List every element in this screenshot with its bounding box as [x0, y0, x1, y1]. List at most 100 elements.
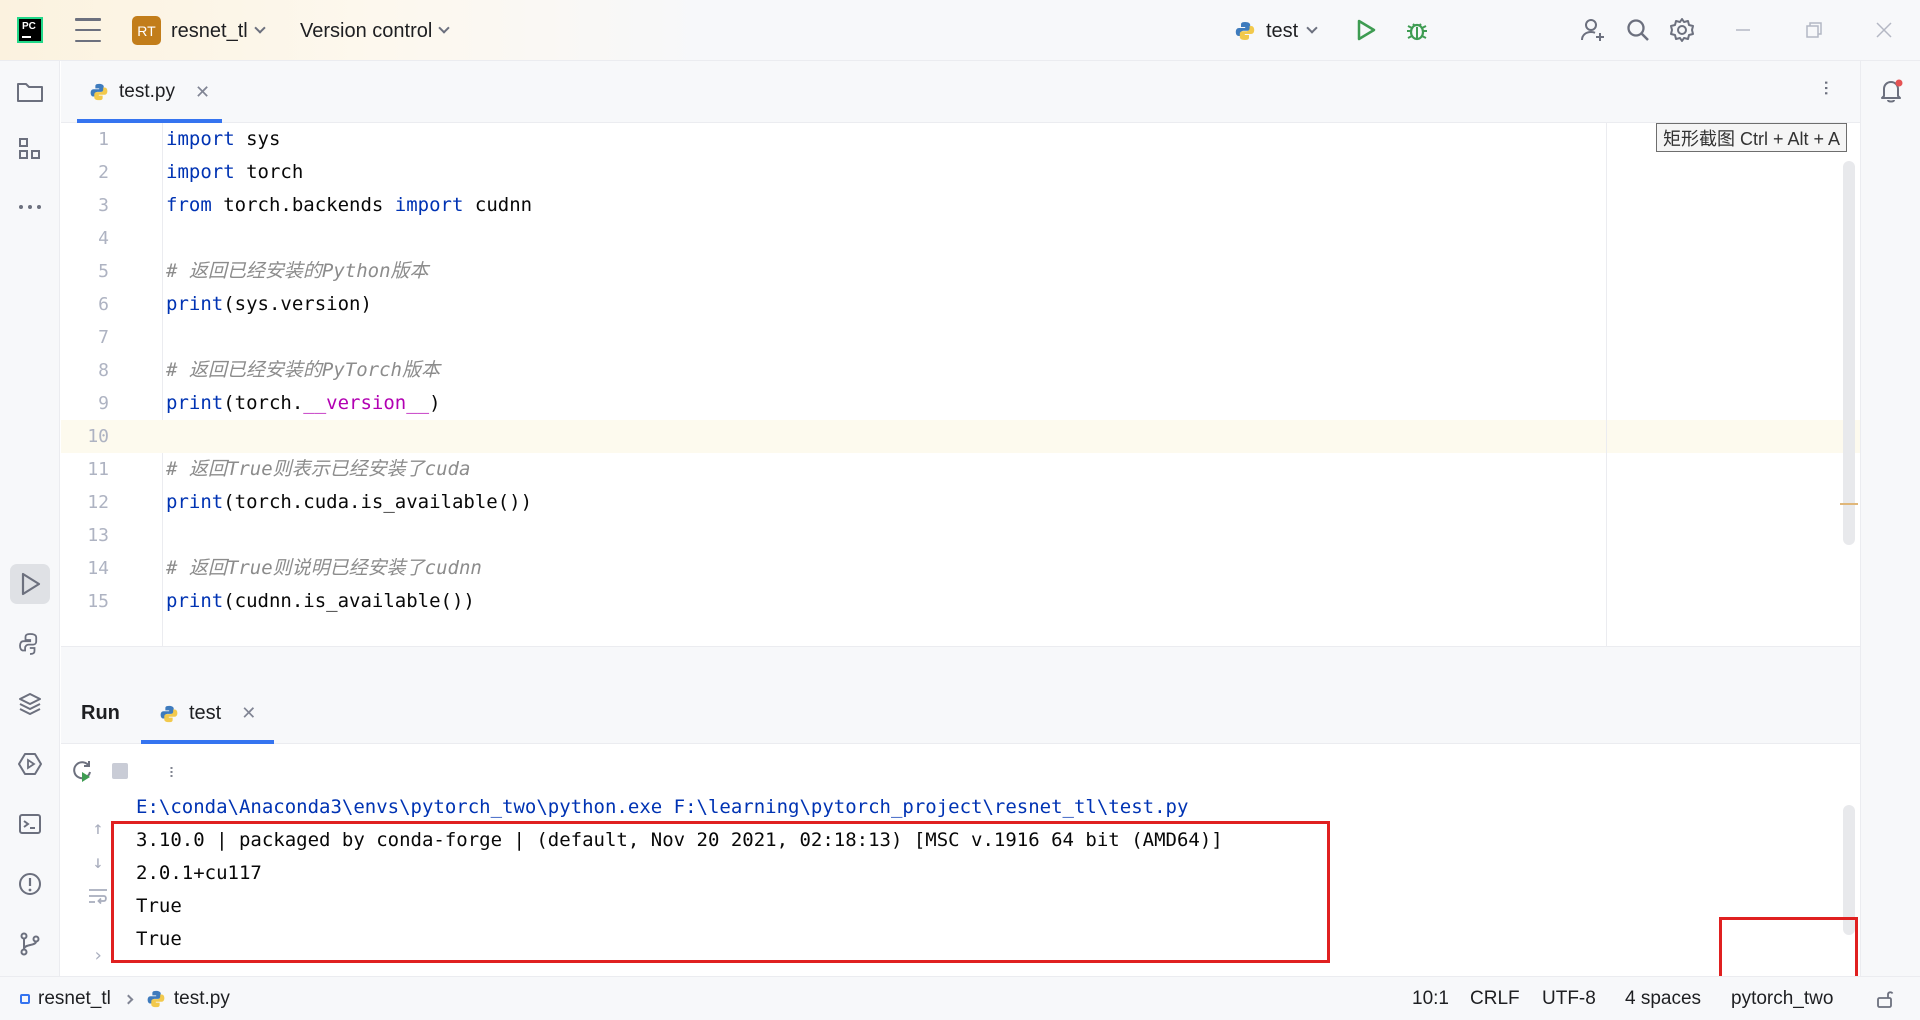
project-badge[interactable]: RT	[132, 16, 161, 45]
close-tab-icon[interactable]: ✕	[241, 703, 256, 724]
file-encoding[interactable]: UTF-8	[1542, 977, 1596, 1020]
code-line[interactable]: 14 # 返回True则说明已经安装了cudnn	[61, 552, 1860, 585]
code-text: print(torch.__version__)	[166, 392, 441, 414]
editor-scrollbar[interactable]	[1843, 161, 1855, 545]
scroll-up-icon[interactable]: ↑	[83, 813, 113, 843]
breadcrumb-project[interactable]: resnet_tl	[38, 988, 111, 1010]
line-number: 7	[98, 327, 109, 348]
terminal-icon[interactable]	[10, 804, 50, 844]
pycharm-logo-icon[interactable]: PC	[17, 17, 43, 43]
notifications-bell-icon[interactable]	[1871, 71, 1911, 111]
run-options-icon[interactable]: ···	[157, 756, 187, 786]
project-name: resnet_tl	[171, 19, 248, 42]
chevron-down-icon	[438, 22, 450, 34]
console-output-line: True	[136, 928, 182, 950]
scroll-down-icon[interactable]: ↓	[83, 847, 113, 877]
code-line[interactable]: 2 import torch	[61, 156, 1860, 189]
structure-icon[interactable]	[10, 129, 50, 169]
code-text: # 返回已经安装的PyTorch版本	[166, 359, 440, 381]
read-only-lock-icon[interactable]	[1874, 977, 1896, 1020]
code-text: print(cudnn.is_available())	[166, 590, 475, 612]
left-tool-strip	[0, 61, 60, 976]
code-line[interactable]: 6 print(sys.version)	[61, 288, 1860, 321]
editor-tab-bar: test.py ✕ ···	[61, 61, 1860, 123]
close-window-icon[interactable]	[1861, 10, 1907, 50]
indent-setting[interactable]: 4 spaces	[1625, 977, 1701, 1020]
services-icon[interactable]	[10, 744, 50, 784]
line-number: 11	[87, 459, 109, 480]
breadcrumb: resnet_tl test.py	[20, 977, 230, 1020]
code-text: # 返回已经安装的Python版本	[166, 260, 429, 282]
code-line[interactable]: 3 from torch.backends import cudnn	[61, 189, 1860, 222]
caret-position[interactable]: 10:1	[1412, 977, 1449, 1020]
debug-icon[interactable]	[1402, 15, 1432, 45]
console-output-line: True	[136, 895, 182, 917]
line-number: 1	[98, 129, 109, 150]
restore-window-icon[interactable]	[1791, 10, 1837, 50]
python-interpreter[interactable]: pytorch_two	[1731, 977, 1833, 1020]
module-icon	[20, 994, 30, 1004]
python-console-icon[interactable]	[10, 624, 50, 664]
project-folder-icon[interactable]	[10, 72, 50, 112]
code-editor[interactable]: 1 import sys 2 import torch 3 from torch.back…	[61, 123, 1860, 646]
code-line[interactable]: 7	[61, 321, 1860, 354]
line-number: 4	[98, 228, 109, 249]
add-user-icon[interactable]	[1578, 15, 1608, 45]
code-text: from torch.backends import cudnn	[166, 194, 533, 216]
console-command-line: E:\conda\Anaconda3\envs\pytorch_two\pyth…	[136, 796, 1189, 818]
line-number: 6	[98, 294, 109, 315]
line-number: 2	[98, 162, 109, 183]
soft-wrap-icon[interactable]	[83, 881, 113, 911]
code-line[interactable]: 1 import sys	[61, 123, 1860, 156]
run-toolbar: ···	[61, 744, 1860, 797]
main-menu-icon[interactable]	[74, 18, 102, 42]
run-panel-title: Run	[81, 702, 120, 724]
chevron-down-icon	[254, 22, 266, 34]
project-selector[interactable]: resnet_tl	[171, 18, 266, 44]
tab-options-icon[interactable]: ···	[1815, 79, 1840, 95]
code-line[interactable]: 15 print(cudnn.is_available())	[61, 585, 1860, 618]
minimize-window-icon[interactable]	[1720, 10, 1766, 50]
line-number: 9	[98, 393, 109, 414]
tab-run-test[interactable]: test ✕	[141, 683, 275, 744]
close-tab-icon[interactable]: ✕	[195, 82, 210, 103]
status-bar: resnet_tl test.py 10:1 CRLF UTF-8 4 spac…	[0, 976, 1920, 1020]
line-number: 12	[87, 492, 109, 513]
layers-icon[interactable]	[10, 684, 50, 724]
code-line[interactable]: 13	[61, 519, 1860, 552]
panel-splitter[interactable]	[61, 646, 1860, 683]
line-number: 3	[98, 195, 109, 216]
run-icon[interactable]	[1351, 15, 1381, 45]
code-text: import sys	[166, 128, 281, 150]
console-output-line: 2.0.1+cu117	[136, 862, 262, 884]
run-config-selector[interactable]: test	[1234, 18, 1318, 44]
line-separator[interactable]: CRLF	[1470, 977, 1520, 1020]
code-line[interactable]: 9 print(torch.__version__)	[61, 387, 1860, 420]
run-panel-header: Run test ✕	[61, 683, 1860, 744]
python-icon	[1235, 22, 1255, 40]
settings-gear-icon[interactable]	[1667, 15, 1697, 45]
chevron-down-icon	[1306, 22, 1318, 34]
code-line[interactable]: 8 # 返回已经安装的PyTorch版本	[61, 354, 1860, 387]
more-tools-icon[interactable]	[10, 187, 50, 227]
code-text: # 返回True则说明已经安装了cudnn	[166, 557, 482, 579]
version-control-menu[interactable]: Version control	[300, 18, 450, 44]
code-line[interactable]: 5 # 返回已经安装的Python版本	[61, 255, 1860, 288]
code-line[interactable]: 10	[61, 420, 1860, 453]
code-line[interactable]: 12 print(torch.cuda.is_available())	[61, 486, 1860, 519]
run-console[interactable]: ↑ ↓ › E:\conda\Anaconda3\envs\pytorch_tw…	[61, 796, 1860, 976]
stop-icon[interactable]	[105, 756, 135, 786]
rerun-icon[interactable]	[67, 756, 97, 786]
breadcrumb-file[interactable]: test.py	[174, 988, 230, 1010]
expand-chevron-icon[interactable]: ›	[83, 940, 113, 970]
git-branch-icon[interactable]	[10, 924, 50, 964]
code-text: # 返回True则表示已经安装了cuda	[166, 458, 471, 480]
code-line[interactable]: 4	[61, 222, 1860, 255]
problems-icon[interactable]	[10, 864, 50, 904]
tab-test-py[interactable]: test.py ✕	[77, 61, 223, 123]
run-tool-icon[interactable]	[10, 564, 50, 604]
console-scrollbar[interactable]	[1843, 805, 1855, 935]
search-icon[interactable]	[1623, 15, 1653, 45]
code-line[interactable]: 11 # 返回True则表示已经安装了cuda	[61, 453, 1860, 486]
python-icon	[160, 705, 178, 722]
